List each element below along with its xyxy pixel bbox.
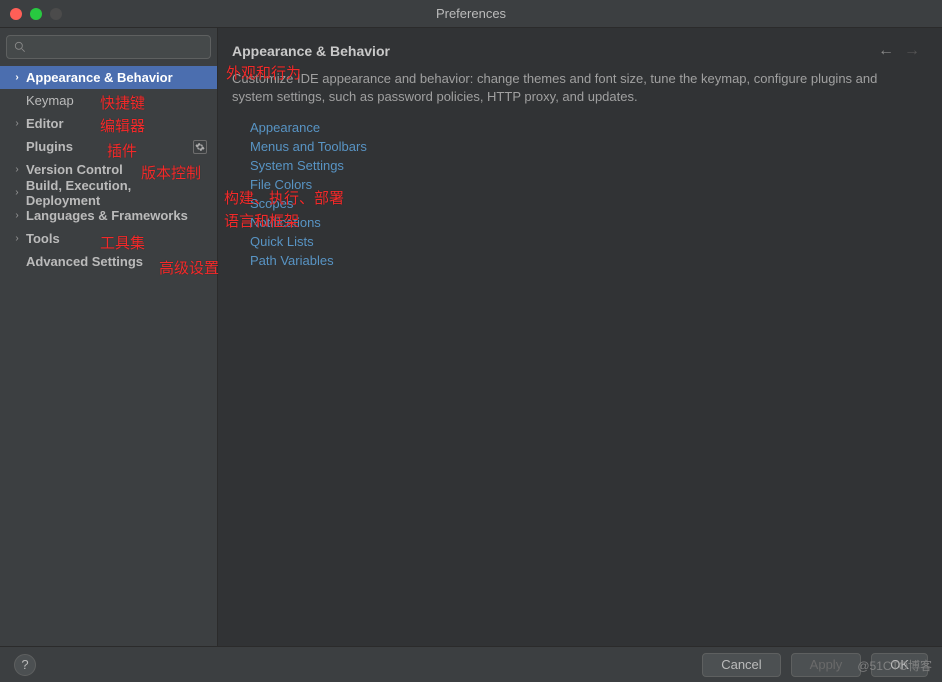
settings-link-system-settings[interactable]: System Settings [250, 156, 928, 175]
chevron-right-icon: › [10, 72, 24, 83]
chevron-right-icon: › [10, 164, 24, 175]
sidebar-item-label: Version Control [26, 162, 123, 177]
sidebar-item-label: Build, Execution, Deployment [26, 178, 207, 208]
page-title: Appearance & Behavior [232, 43, 390, 59]
footer: ? Cancel Apply OK [0, 646, 942, 682]
settings-link-scopes[interactable]: Scopes [250, 194, 928, 213]
settings-link-quick-lists[interactable]: Quick Lists [250, 232, 928, 251]
apply-button: Apply [791, 653, 862, 677]
sidebar-item-build-execution-deployment[interactable]: ›Build, Execution, Deployment [0, 181, 217, 204]
page-description: Customize IDE appearance and behavior: c… [218, 66, 942, 118]
sidebar-item-languages-frameworks[interactable]: ›Languages & Frameworks [0, 204, 217, 227]
gear-icon[interactable] [193, 140, 207, 154]
settings-link-file-colors[interactable]: File Colors [250, 175, 928, 194]
chevron-right-icon: › [10, 210, 24, 221]
chevron-right-icon: › [10, 187, 24, 198]
sidebar-item-editor[interactable]: ›Editor [0, 112, 217, 135]
sidebar-item-appearance-behavior[interactable]: ›Appearance & Behavior [0, 66, 217, 89]
settings-link-appearance[interactable]: Appearance [250, 118, 928, 137]
sidebar-item-label: Advanced Settings [26, 254, 143, 269]
content-pane: Appearance & Behavior ← → Customize IDE … [218, 28, 942, 646]
sidebar-item-label: Tools [26, 231, 60, 246]
sidebar-item-label: Editor [26, 116, 64, 131]
titlebar: Preferences [0, 0, 942, 28]
sidebar-item-label: Keymap [26, 93, 74, 108]
sidebar: ›Appearance & Behavior›Keymap›Editor›Plu… [0, 28, 218, 646]
minimize-window-button[interactable] [30, 8, 42, 20]
window-controls [10, 8, 62, 20]
forward-button: → [904, 42, 920, 60]
maximize-window-button[interactable] [50, 8, 62, 20]
chevron-right-icon: › [10, 118, 24, 129]
chevron-right-icon: › [10, 233, 24, 244]
ok-button[interactable]: OK [871, 653, 928, 677]
settings-link-path-variables[interactable]: Path Variables [250, 251, 928, 270]
close-window-button[interactable] [10, 8, 22, 20]
sidebar-item-label: Appearance & Behavior [26, 70, 173, 85]
cancel-button[interactable]: Cancel [702, 653, 780, 677]
back-button[interactable]: ← [878, 42, 894, 60]
help-button[interactable]: ? [14, 654, 36, 676]
sidebar-item-tools[interactable]: ›Tools [0, 227, 217, 250]
settings-link-menus-and-toolbars[interactable]: Menus and Toolbars [250, 137, 928, 156]
sidebar-item-label: Plugins [26, 139, 73, 154]
window-title: Preferences [436, 6, 506, 21]
search-input[interactable] [6, 35, 211, 59]
settings-link-notifications[interactable]: Notifications [250, 213, 928, 232]
sidebar-item-keymap[interactable]: ›Keymap [0, 89, 217, 112]
sidebar-item-plugins[interactable]: ›Plugins [0, 135, 217, 158]
sidebar-item-label: Languages & Frameworks [26, 208, 188, 223]
sidebar-item-advanced-settings[interactable]: ›Advanced Settings [0, 250, 217, 273]
search-icon [13, 40, 27, 54]
